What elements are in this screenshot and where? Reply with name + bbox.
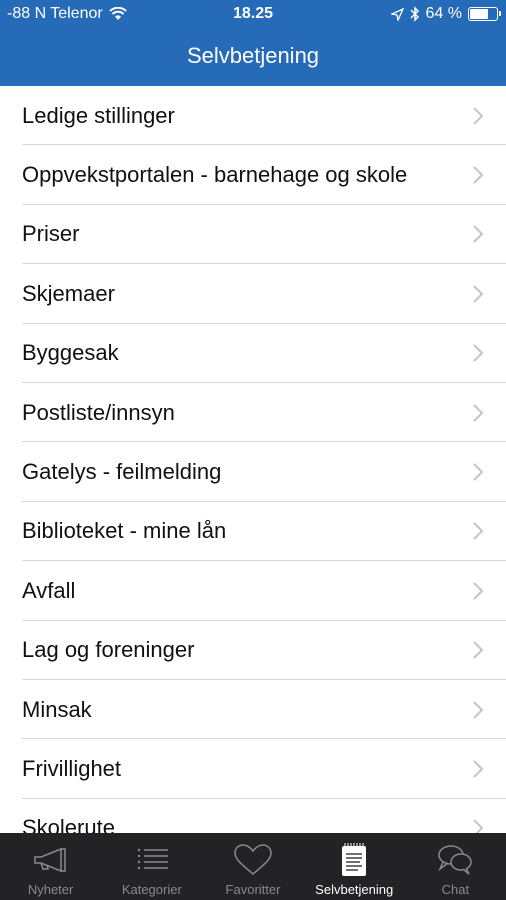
chevron-right-icon [473,819,484,833]
self-service-list[interactable]: Ledige stillinger Oppvekstportalen - bar… [0,86,506,833]
tab-kategorier[interactable]: Kategorier [101,833,202,900]
list-item[interactable]: Biblioteket - mine lån [0,502,506,562]
chevron-right-icon [473,522,484,541]
chevron-right-icon [473,582,484,600]
tab-chat[interactable]: Chat [405,833,506,900]
status-bar: -88 N Telenor 18.25 64 % [0,0,506,30]
list-item-label: Oppvekstportalen - barnehage og skole [22,162,408,188]
tab-selvbetjening[interactable]: Selvbetjening [304,833,405,900]
tab-nyheter[interactable]: Nyheter [0,833,101,900]
list-item-label: Byggesak [22,340,119,366]
list-item[interactable]: Ledige stillinger [0,86,506,146]
chevron-right-icon [473,641,484,659]
chevron-right-icon [473,463,484,481]
list-item[interactable]: Skolerute [0,799,506,833]
list-item[interactable]: Minsak [0,680,506,740]
list-item[interactable]: Postliste/innsyn [0,383,506,443]
list-item[interactable]: Priser [0,205,506,265]
list-item-label: Frivillighet [22,755,122,781]
tab-label: Kategorier [121,882,182,897]
chevron-right-icon [473,285,484,303]
chevron-right-icon [473,403,484,422]
chevron-right-icon [473,760,484,778]
nav-bar: Selvbetjening [0,30,506,86]
chat-bubbles-icon [438,845,473,875]
list-item[interactable]: Gatelys - feilmelding [0,442,506,503]
list-item-label: Ledige stillinger [22,102,175,128]
list-item-label: Skolerute [22,815,115,833]
list-item[interactable]: Frivillighet [0,739,506,800]
list-item[interactable]: Skjemaer [0,264,506,324]
list-item-label: Biblioteket - mine lån [22,518,227,544]
chevron-right-icon [473,225,484,244]
tab-label: Chat [441,882,470,897]
list-item-label: Gatelys - feilmelding [22,459,222,485]
list-item-label: Lag og foreninger [22,637,195,663]
page-title: Selvbetjening [186,43,320,68]
battery-percent: 64 % [425,5,462,22]
battery-fill [470,9,488,19]
list-item[interactable]: Oppvekstportalen - barnehage og skole [0,145,506,206]
tab-bar: Nyheter Kategorier Favoritter Selvbetjen… [0,833,506,900]
tab-favoritter[interactable]: Favoritter [202,833,303,900]
list-item[interactable]: Lag og foreninger [0,621,506,681]
list-item-label: Skjemaer [22,280,115,306]
chevron-right-icon [473,106,484,125]
tab-label: Selvbetjening [315,882,394,897]
list-icon [137,848,168,870]
battery-icon [468,7,501,21]
list-item-label: Priser [22,221,80,247]
chevron-right-icon [473,166,484,184]
bluetooth-icon [410,6,419,22]
list-item[interactable]: Avfall [0,561,506,621]
tab-label: Favoritter [225,882,281,897]
location-arrow-icon [390,7,404,21]
notepad-icon [342,843,367,876]
heart-icon [234,844,272,875]
tab-label: Nyheter [27,882,74,897]
list-item[interactable]: Byggesak [0,324,506,384]
chevron-right-icon [473,700,484,719]
chevron-right-icon [473,344,484,362]
list-item-label: Avfall [22,577,76,603]
list-item-label: Postliste/innsyn [22,399,175,425]
list-item-label: Minsak [22,696,92,722]
megaphone-icon [33,847,66,873]
